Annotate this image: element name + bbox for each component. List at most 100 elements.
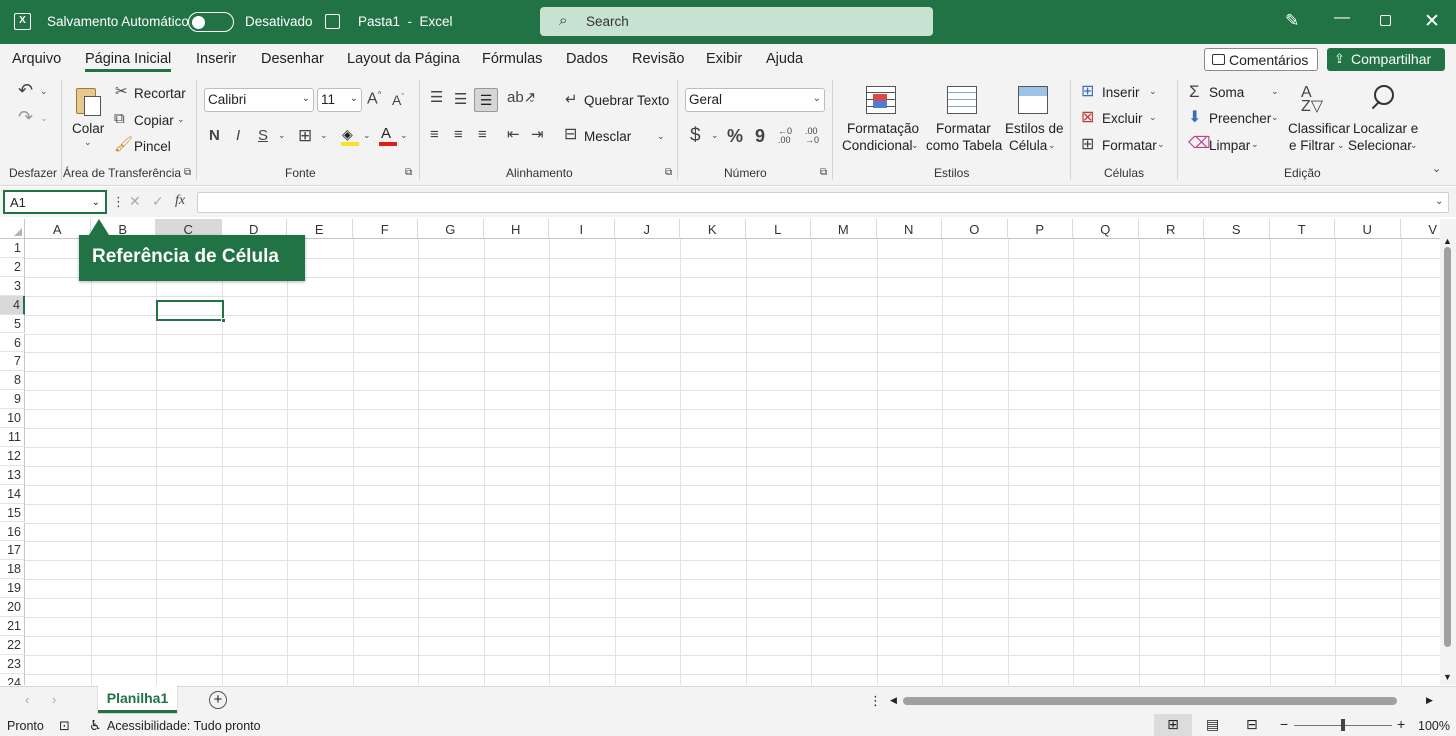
format-dropdown-icon[interactable]: ⌄ — [1157, 140, 1165, 149]
row-header-3[interactable]: 3 — [0, 276, 25, 296]
prev-sheet-icon[interactable]: ‹ — [25, 692, 29, 707]
share-button[interactable]: ⇪ Compartilhar — [1327, 48, 1445, 71]
column-header-s[interactable]: S — [1204, 219, 1270, 239]
conditional-dropdown-icon[interactable]: ⌄ — [911, 141, 919, 150]
tab-exibir[interactable]: Exibir — [706, 51, 742, 67]
fill-dropdown-icon[interactable]: ⌄ — [1271, 113, 1279, 122]
row-header-4[interactable]: 4 — [0, 295, 25, 315]
decrease-decimal-icon[interactable]: .00 →0 — [805, 127, 819, 145]
tab-layout[interactable]: Layout da Página — [347, 51, 460, 67]
fill-color-dropdown-icon[interactable]: ⌄ — [363, 131, 371, 140]
sort-filter-button[interactable]: Classificar — [1288, 121, 1350, 136]
row-header-14[interactable]: 14 — [0, 484, 25, 504]
fill-button[interactable]: Preencher — [1209, 111, 1271, 126]
column-header-g[interactable]: G — [418, 219, 484, 239]
insert-dropdown-icon[interactable]: ⌄ — [1149, 87, 1157, 96]
collapse-ribbon-icon[interactable]: ⌄ — [1432, 164, 1441, 175]
underline-button[interactable]: S — [258, 128, 268, 143]
paste-button[interactable]: Colar — [72, 121, 104, 136]
align-middle-icon[interactable]: ☰ — [454, 92, 467, 107]
currency-button[interactable]: $ — [690, 126, 701, 145]
more-options-icon[interactable]: ⋮ — [112, 195, 125, 208]
zoom-slider-thumb[interactable] — [1341, 719, 1345, 731]
format-as-table-button[interactable]: Formatar — [936, 121, 991, 136]
zoom-out-icon[interactable]: − — [1280, 716, 1288, 732]
macro-record-icon[interactable]: ⊡ — [59, 718, 70, 734]
zoom-slider[interactable] — [1294, 719, 1392, 731]
insert-function-icon[interactable]: fx — [175, 194, 185, 208]
next-sheet-icon[interactable]: › — [52, 692, 56, 707]
sort-filter-dropdown-icon[interactable]: ⌄ — [1337, 141, 1345, 150]
pen-icon[interactable]: ✎ — [1285, 11, 1299, 31]
conditional-formatting-button[interactable]: Formatação — [847, 121, 919, 136]
column-header-k[interactable]: K — [680, 219, 746, 239]
decrease-font-icon[interactable]: Aˇ — [392, 93, 404, 107]
column-header-o[interactable]: O — [942, 219, 1008, 239]
column-header-l[interactable]: L — [745, 219, 811, 239]
increase-font-icon[interactable]: A^ — [367, 91, 381, 107]
align-top-icon[interactable]: ☰ — [430, 90, 443, 105]
alignment-launcher-icon[interactable]: ⧉ — [665, 168, 672, 178]
autosum-dropdown-icon[interactable]: ⌄ — [1271, 87, 1279, 96]
row-header-19[interactable]: 19 — [0, 579, 25, 599]
column-header-n[interactable]: N — [876, 219, 942, 239]
clear-dropdown-icon[interactable]: ⌄ — [1251, 140, 1259, 149]
row-header-8[interactable]: 8 — [0, 371, 25, 391]
column-header-t[interactable]: T — [1269, 219, 1335, 239]
column-header-p[interactable]: P — [1007, 219, 1073, 239]
expand-formula-icon[interactable]: ⌄ — [1435, 197, 1443, 207]
font-name-select[interactable]: Calibri ⌄ — [204, 88, 314, 112]
insert-cells-button[interactable]: Inserir — [1102, 85, 1140, 100]
search-box[interactable]: ⌕ Search — [540, 7, 933, 36]
row-header-15[interactable]: 15 — [0, 503, 25, 523]
scroll-down-icon[interactable]: ▼ — [1443, 672, 1452, 682]
column-header-f[interactable]: F — [352, 219, 418, 239]
orientation-dropdown-icon[interactable]: ⌄ — [528, 95, 536, 104]
row-header-6[interactable]: 6 — [0, 333, 25, 353]
accessibility-icon[interactable]: ♿ — [89, 717, 102, 734]
undo-icon[interactable]: ↶ — [18, 81, 33, 99]
vertical-scrollbar[interactable]: ▲ ▼ — [1440, 219, 1456, 685]
column-header-v[interactable]: V — [1400, 219, 1440, 239]
clear-button[interactable]: Limpar — [1209, 138, 1250, 153]
row-header-23[interactable]: 23 — [0, 654, 25, 674]
increase-indent-icon[interactable]: ⇥ — [531, 127, 544, 142]
column-header-r[interactable]: R — [1138, 219, 1204, 239]
redo-icon[interactable]: ↷ — [18, 108, 33, 126]
borders-icon[interactable]: ⊞ — [298, 127, 312, 144]
underline-dropdown-icon[interactable]: ⌄ — [278, 131, 286, 140]
increase-decimal-icon[interactable]: ←0.00 — [778, 127, 792, 145]
cell-styles-dropdown-icon[interactable]: ⌄ — [1048, 141, 1056, 150]
font-color-icon[interactable]: A — [378, 125, 398, 146]
scroll-left-icon[interactable]: ◀ — [890, 695, 897, 706]
align-bottom-icon[interactable]: ☰ — [474, 88, 498, 112]
column-header-u[interactable]: U — [1335, 219, 1401, 239]
sheet-tab-planilha1[interactable]: Planilha1 — [98, 685, 177, 713]
confirm-entry-icon[interactable]: ✓ — [152, 194, 164, 208]
paste-dropdown-icon[interactable]: ⌄ — [84, 138, 92, 147]
format-painter-button[interactable]: Pincel — [134, 139, 171, 154]
vertical-scroll-thumb[interactable] — [1444, 247, 1451, 647]
row-header-16[interactable]: 16 — [0, 522, 25, 542]
font-size-select[interactable]: 11 ⌄ — [317, 88, 362, 112]
tab-arquivo[interactable]: Arquivo — [12, 51, 61, 67]
select-all-corner[interactable] — [0, 219, 25, 239]
clipboard-launcher-icon[interactable]: ⧉ — [184, 168, 191, 178]
cancel-entry-icon[interactable]: ✕ — [129, 194, 141, 208]
fill-color-icon[interactable]: ◈ — [340, 126, 360, 146]
autosum-button[interactable]: Soma — [1209, 85, 1244, 100]
page-layout-view-icon[interactable]: ▤ — [1206, 716, 1219, 733]
undo-dropdown-icon[interactable]: ⌄ — [40, 87, 48, 96]
align-center-icon[interactable]: ≡ — [454, 127, 463, 142]
formula-input[interactable] — [197, 192, 1449, 213]
page-break-view-icon[interactable]: ⊟ — [1246, 716, 1258, 733]
font-launcher-icon[interactable]: ⧉ — [405, 168, 412, 178]
restore-icon[interactable] — [1380, 15, 1391, 26]
tab-dados[interactable]: Dados — [566, 51, 608, 67]
row-header-11[interactable]: 11 — [0, 428, 25, 447]
horizontal-scroll-thumb[interactable] — [903, 697, 1397, 705]
row-header-9[interactable]: 9 — [0, 390, 25, 410]
row-header-24[interactable]: 24 — [0, 673, 25, 685]
copy-button[interactable]: Copiar — [134, 113, 174, 128]
row-header-12[interactable]: 12 — [0, 446, 25, 466]
